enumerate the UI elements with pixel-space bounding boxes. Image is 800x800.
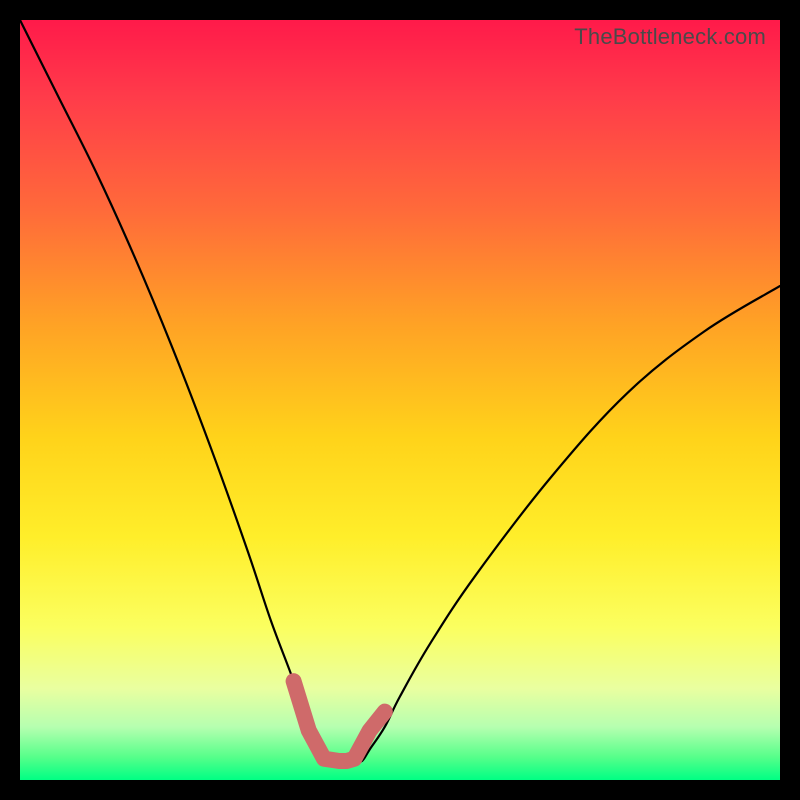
chart-frame: TheBottleneck.com <box>0 0 800 800</box>
chart-svg <box>20 20 780 780</box>
plot-area: TheBottleneck.com <box>20 20 780 780</box>
curve-path <box>20 20 780 762</box>
